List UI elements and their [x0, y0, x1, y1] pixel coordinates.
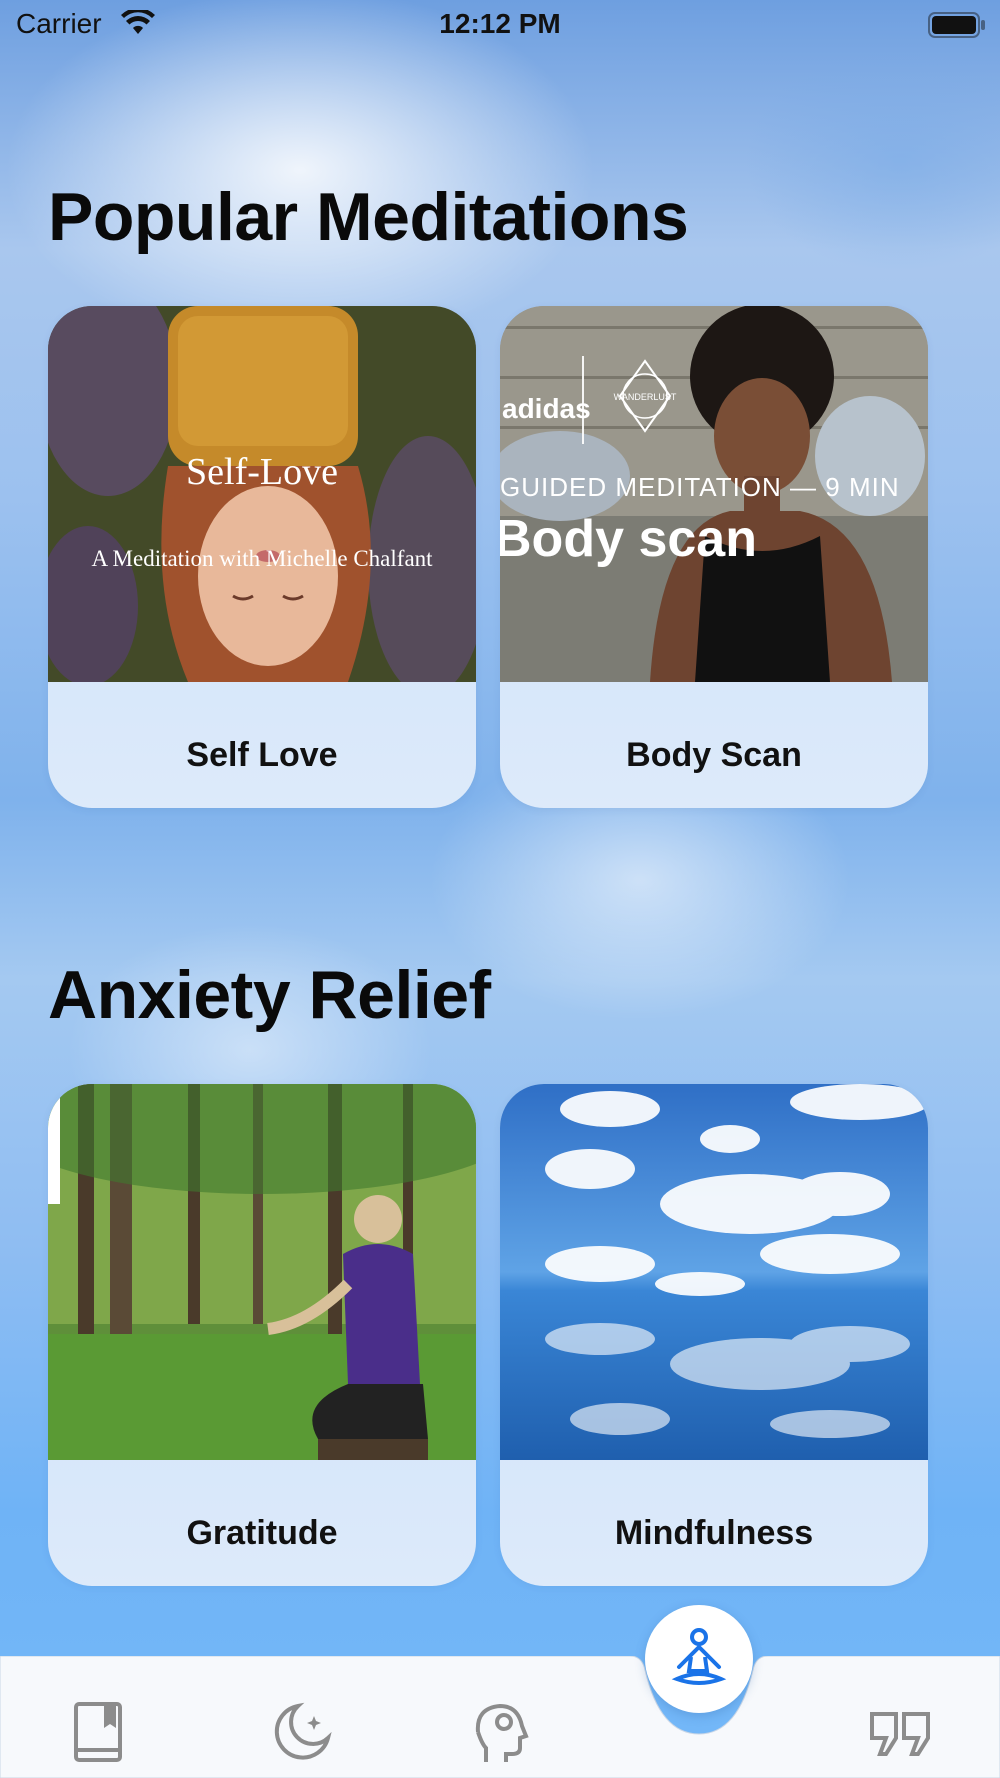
status-time: 12:12 PM [439, 8, 561, 39]
self-love-image-subtitle: A Meditation with Michelle Chalfant [91, 546, 433, 571]
section-title-popular-meditations: Popular Meditations [48, 179, 689, 255]
meditation-tab-button[interactable] [645, 1605, 753, 1713]
moon-icon[interactable] [266, 1698, 336, 1768]
self-love-image: Self-Love A Meditation with Michelle Cha… [48, 306, 476, 682]
mind-gear-icon[interactable] [466, 1698, 536, 1768]
card-body-scan[interactable]: adidas WANDERLUST GUIDED MEDITATION — 9 … [500, 306, 928, 808]
battery-icon [928, 12, 985, 38]
gratitude-image [48, 1084, 476, 1460]
card-gratitude[interactable]: Gratitude [48, 1084, 476, 1586]
adidas-brand-text: adidas [502, 393, 591, 424]
card-label: Gratitude [186, 1514, 338, 1552]
quote-icon[interactable] [866, 1698, 936, 1768]
card-label: Mindfulness [614, 1514, 814, 1552]
body-scan-image-kicker: GUIDED MEDITATION — 9 MIN [500, 472, 900, 502]
wanderlust-brand-text: WANDERLUST [614, 392, 677, 402]
journal-icon[interactable] [66, 1698, 136, 1768]
status-bar: Carrier 12:12 PM [0, 0, 1000, 50]
card-self-love[interactable]: Self-Love A Meditation with Michelle Cha… [48, 306, 476, 808]
card-label: Body Scan [626, 736, 802, 774]
mindfulness-image [500, 1084, 928, 1460]
section-title-anxiety-relief: Anxiety Relief [48, 957, 491, 1033]
card-mindfulness[interactable]: Mindfulness [500, 1084, 928, 1586]
meditation-icon [671, 1628, 727, 1685]
self-love-image-title: Self-Love [186, 451, 338, 493]
tab-bar [0, 1656, 1000, 1778]
card-label: Self Love [186, 736, 338, 774]
body-scan-image: adidas WANDERLUST GUIDED MEDITATION — 9 … [500, 306, 928, 682]
body-scan-image-title: Body scan [500, 510, 757, 568]
